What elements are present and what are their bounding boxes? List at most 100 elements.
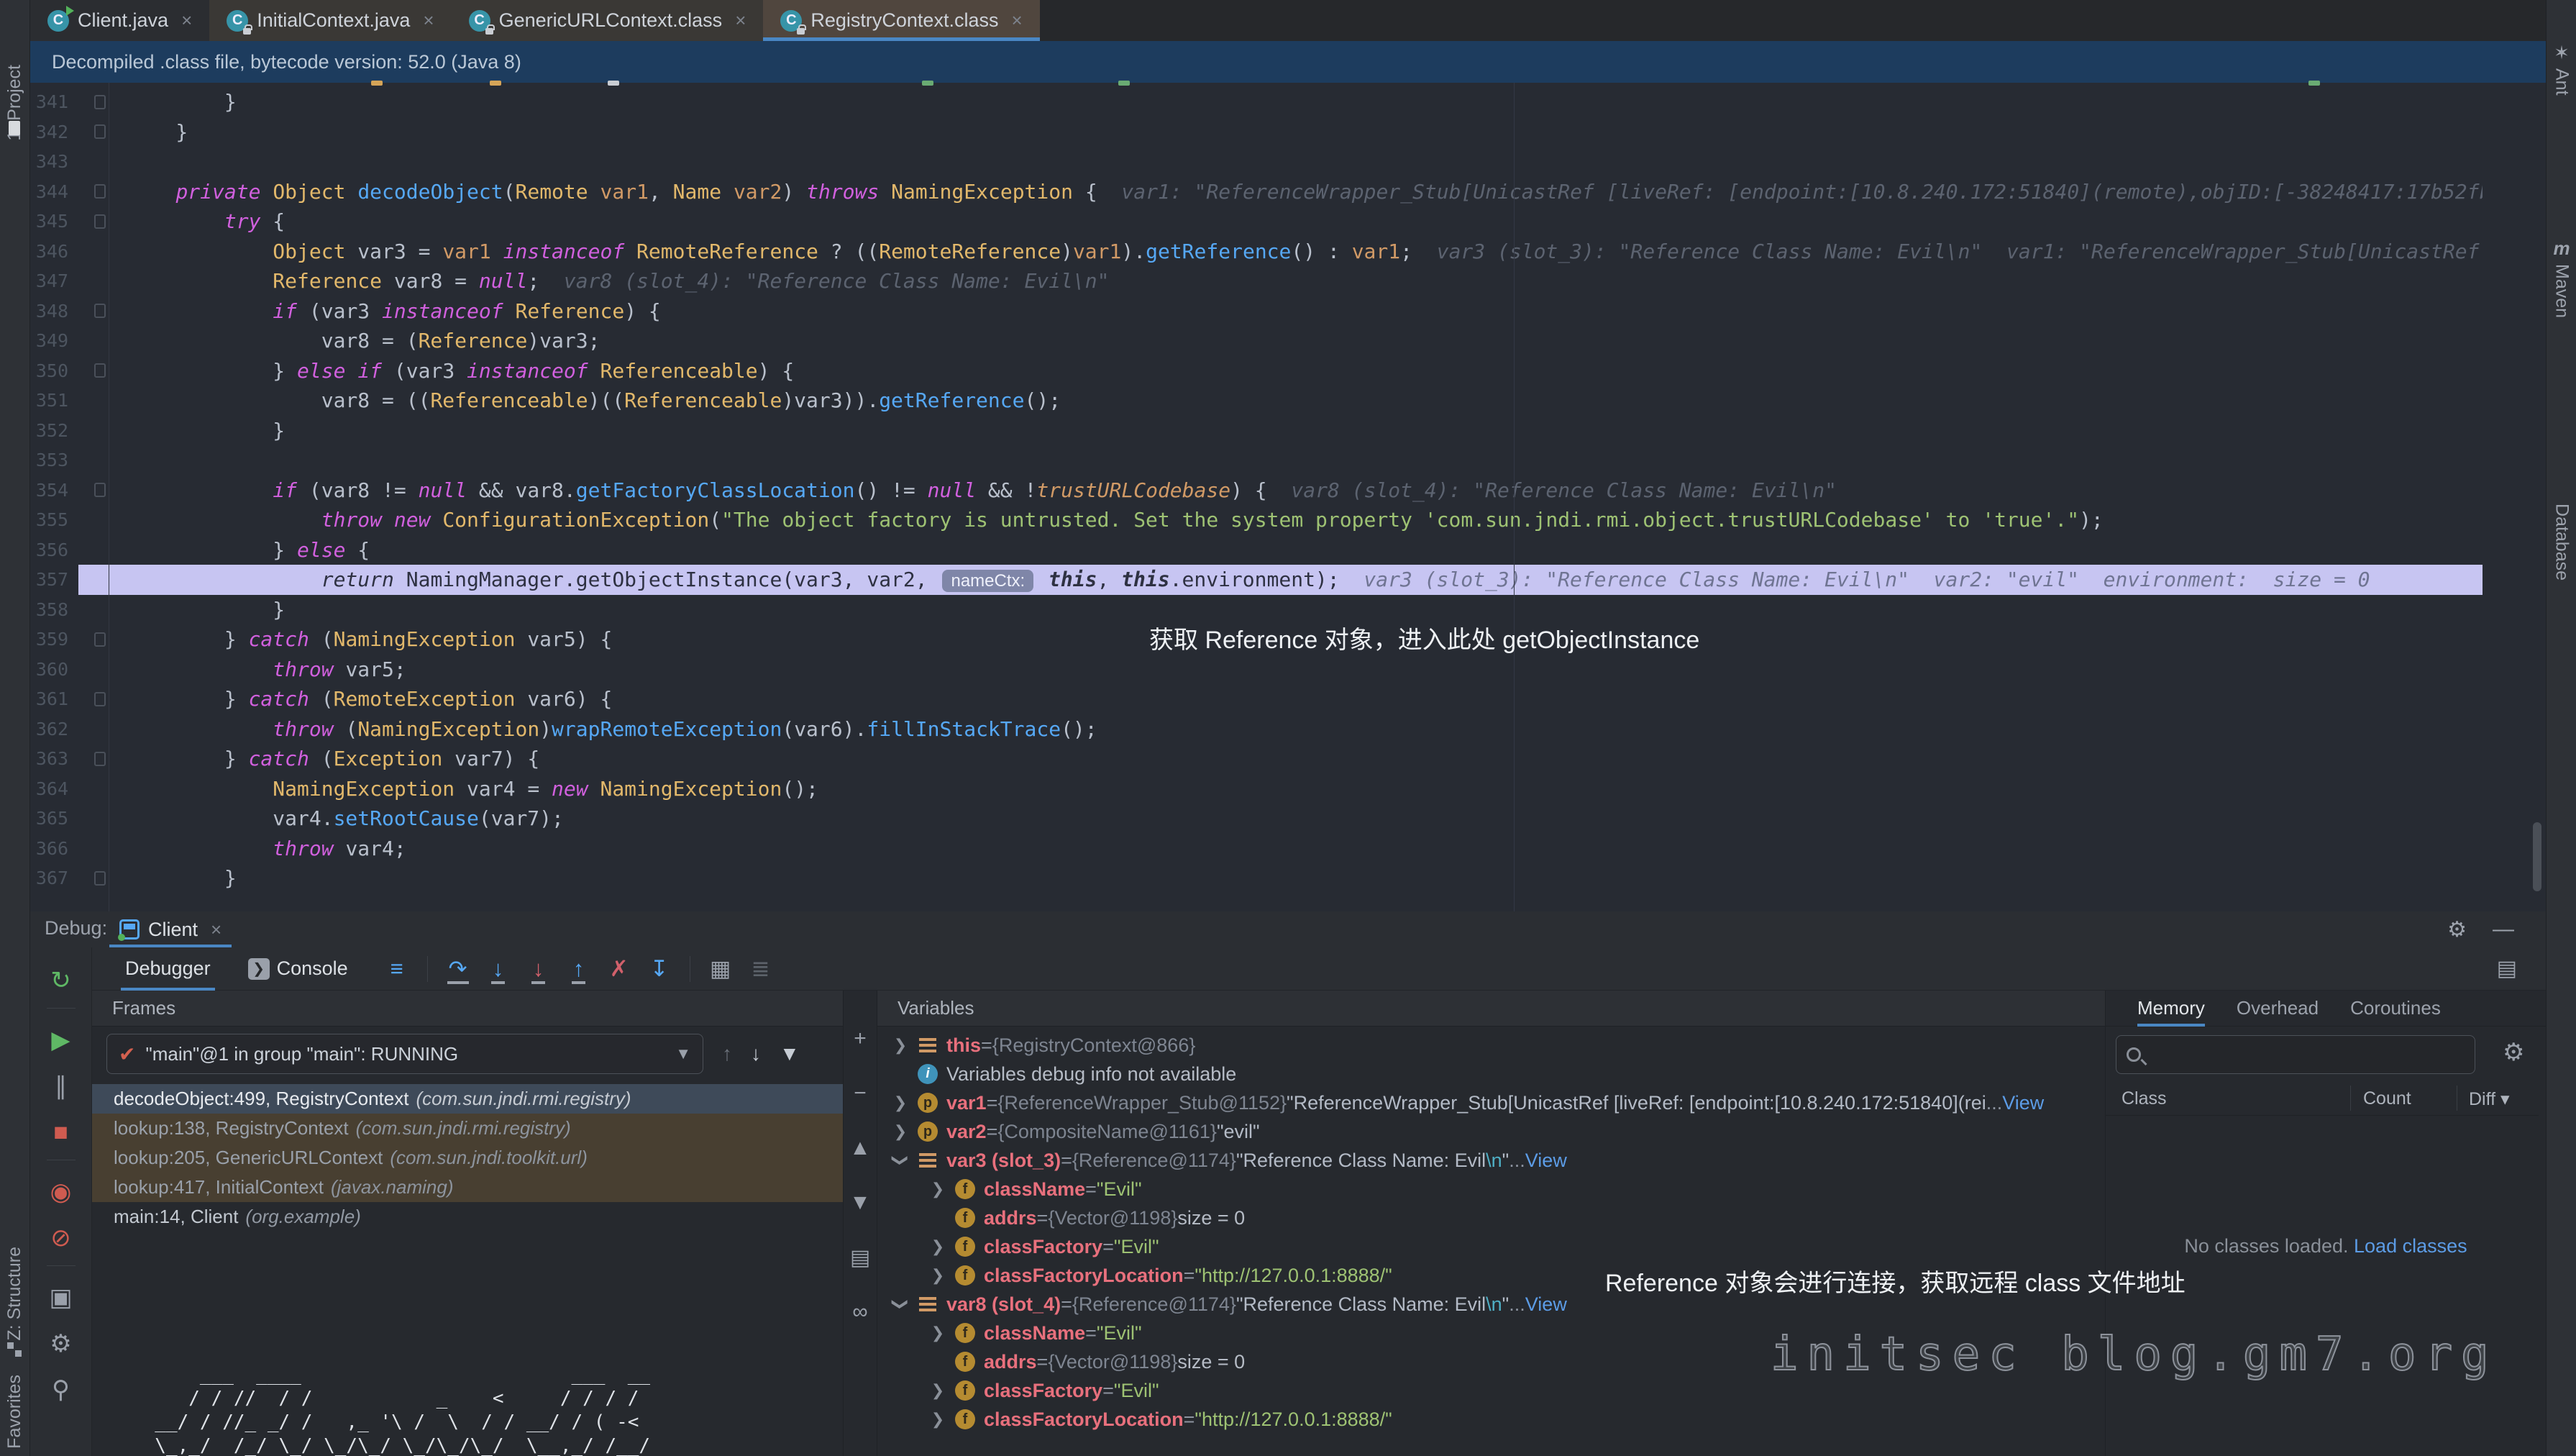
line-number[interactable]: 359 — [30, 624, 78, 655]
view-link[interactable]: View — [1525, 1293, 1567, 1316]
line-number[interactable]: 345 — [30, 206, 78, 237]
fold-gutter[interactable] — [78, 117, 122, 147]
line-number[interactable]: 347 — [30, 266, 78, 296]
drop-frame-icon[interactable]: ✗ — [599, 956, 639, 982]
rerun-icon[interactable]: ↻ — [30, 957, 91, 1004]
debug-settings-icon[interactable]: ⚙ — [2447, 917, 2467, 942]
expand-chevron-icon[interactable]: ❯ — [887, 1036, 913, 1055]
line-number[interactable]: 348 — [30, 296, 78, 327]
line-number[interactable]: 353 — [30, 445, 78, 476]
frame-row[interactable]: lookup:138, RegistryContext(com.sun.jndi… — [92, 1114, 843, 1143]
tab-coroutines[interactable]: Coroutines — [2350, 991, 2441, 1027]
tab-debugger[interactable]: Debugger — [121, 947, 215, 991]
variable-row[interactable]: ❯pvar1 = {ReferenceWrapper_Stub@1152} "R… — [877, 1088, 2105, 1117]
expand-chevron-icon[interactable]: ❯ — [887, 1093, 913, 1112]
line-number[interactable]: 342 — [30, 117, 78, 147]
scroll-down-icon[interactable]: ▼ — [849, 1191, 871, 1245]
line-number[interactable]: 344 — [30, 177, 78, 207]
error-stripe-mark[interactable] — [1118, 81, 1130, 86]
view-link[interactable]: View — [2002, 1092, 2044, 1114]
show-execution-point-icon[interactable]: ≡ — [377, 956, 417, 982]
line-number[interactable]: 358 — [30, 595, 78, 625]
fold-gutter[interactable] — [78, 684, 122, 714]
frame-row[interactable]: lookup:205, GenericURLContext(com.sun.jn… — [92, 1143, 843, 1173]
infinity-icon[interactable]: ∞ — [852, 1300, 867, 1355]
expand-chevron-icon[interactable]: ❯ — [891, 1291, 910, 1317]
line-number[interactable]: 346 — [30, 237, 78, 267]
line-number[interactable]: 354 — [30, 476, 78, 506]
step-into-icon[interactable]: ↓ — [478, 956, 519, 982]
memory-search-input[interactable] — [2150, 1044, 2465, 1066]
pause-icon[interactable]: ∥ — [30, 1063, 91, 1109]
expand-chevron-icon[interactable]: ❯ — [925, 1410, 951, 1429]
editor-tab-GenericURLContext.class[interactable]: CGenericURLContext.class× — [452, 0, 764, 41]
editor-tab-RegistryContext.class[interactable]: CRegistryContext.class× — [763, 0, 1039, 41]
column-class[interactable]: Class — [2121, 1088, 2167, 1109]
close-icon[interactable]: × — [423, 9, 434, 32]
line-number[interactable]: 349 — [30, 326, 78, 356]
line-number[interactable]: 352 — [30, 416, 78, 446]
mute-breakpoints-icon[interactable]: ⊘ — [30, 1215, 91, 1261]
pin-icon[interactable]: ⚲ — [30, 1367, 91, 1413]
load-classes-link[interactable]: Load classes — [2354, 1235, 2467, 1257]
line-number[interactable]: 357 — [30, 565, 78, 595]
scroll-up-icon[interactable]: ▲ — [849, 1136, 871, 1191]
minimize-icon[interactable]: — — [2493, 917, 2514, 942]
layout-settings-icon[interactable]: ▤ — [2497, 956, 2517, 981]
ant-tool-button[interactable]: ✶ Ant — [2547, 42, 2576, 99]
fold-gutter[interactable] — [78, 476, 122, 506]
expand-chevron-icon[interactable]: ❯ — [925, 1381, 951, 1400]
fold-gutter[interactable] — [78, 206, 122, 237]
expand-chevron-icon[interactable]: ❯ — [925, 1237, 951, 1256]
line-number[interactable]: 367 — [30, 863, 78, 893]
variable-row[interactable]: ❯fclassFactoryLocation = "http://127.0.0… — [877, 1405, 2105, 1434]
fold-gutter[interactable] — [78, 87, 122, 117]
maven-tool-button[interactable]: m Maven — [2547, 237, 2576, 322]
frame-row[interactable]: main:14, Client(org.example) — [92, 1202, 843, 1232]
variable-row[interactable]: faddrs = {Vector@1198} size = 0 — [877, 1204, 2105, 1232]
next-frame-icon[interactable]: ↓ — [751, 1042, 761, 1065]
fold-gutter[interactable] — [78, 296, 122, 327]
frame-row[interactable]: lookup:417, InitialContext(javax.naming) — [92, 1173, 843, 1202]
column-diff[interactable]: Diff ▾ — [2469, 1088, 2510, 1110]
copy-frames-icon[interactable]: ▤ — [850, 1245, 870, 1300]
editor-tab-InitialContext.java[interactable]: CInitialContext.java× — [209, 0, 451, 41]
expand-chevron-icon[interactable]: ❯ — [925, 1180, 951, 1198]
expand-chevron-icon[interactable]: ❯ — [887, 1122, 913, 1141]
line-number[interactable]: 364 — [30, 774, 78, 804]
step-over-icon[interactable]: ↷ — [438, 956, 478, 982]
capture-snapshot-icon[interactable]: ▣ — [30, 1275, 91, 1321]
stop-icon[interactable]: ■ — [30, 1109, 91, 1155]
editor-scrollbar[interactable] — [2533, 822, 2541, 891]
view-breakpoints-icon[interactable]: ◉ — [30, 1169, 91, 1215]
settings-icon[interactable]: ⚙ — [30, 1321, 91, 1367]
expand-chevron-icon[interactable]: ❯ — [925, 1324, 951, 1342]
line-number[interactable]: 363 — [30, 744, 78, 774]
structure-tool-button[interactable]: Z: Structure — [4, 1247, 25, 1341]
thread-selector[interactable]: ✔ "main"@1 in group "main": RUNNING ▼ — [106, 1034, 703, 1074]
resume-icon[interactable]: ▶ — [30, 1017, 91, 1063]
variable-row[interactable]: ❯pvar2 = {CompositeName@1161} "evil" — [877, 1117, 2105, 1146]
fold-gutter[interactable] — [78, 863, 122, 893]
expand-chevron-icon[interactable]: ❯ — [925, 1266, 951, 1285]
code-editor[interactable]: 341 }342 }343344 private Object decodeOb… — [30, 83, 2546, 911]
fold-gutter[interactable] — [78, 744, 122, 774]
line-number[interactable]: 355 — [30, 505, 78, 535]
frame-row[interactable]: decodeObject:499, RegistryContext(com.su… — [92, 1084, 843, 1114]
fold-gutter[interactable] — [78, 624, 122, 655]
error-stripe-mark[interactable] — [490, 81, 501, 86]
variable-row[interactable]: ❯var3 (slot_3) = {Reference@1174} "Refer… — [877, 1146, 2105, 1175]
fold-gutter[interactable] — [78, 356, 122, 386]
error-stripe-mark[interactable] — [371, 81, 383, 86]
expand-chevron-icon[interactable]: ❯ — [891, 1147, 910, 1173]
fold-gutter[interactable] — [78, 177, 122, 207]
line-number[interactable]: 362 — [30, 714, 78, 745]
line-number[interactable]: 360 — [30, 655, 78, 685]
tab-console[interactable]: ❯ Console — [244, 947, 352, 991]
close-icon[interactable]: × — [1011, 9, 1022, 32]
error-stripe-mark[interactable] — [922, 81, 933, 86]
hide-frames-filter-icon[interactable]: ▼ — [780, 1042, 800, 1065]
line-number[interactable]: 356 — [30, 535, 78, 565]
editor-tab-Client.java[interactable]: CClient.java× — [30, 0, 209, 41]
add-watch-icon[interactable]: + — [854, 1027, 867, 1081]
